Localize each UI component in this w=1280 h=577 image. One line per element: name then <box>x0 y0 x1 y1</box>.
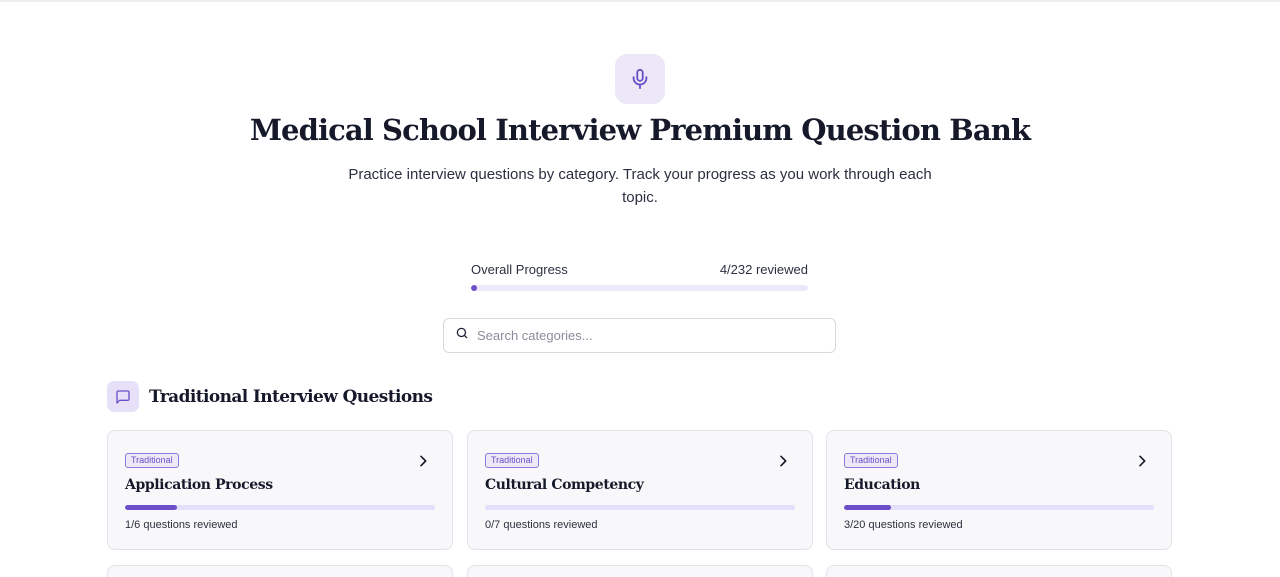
overall-progress-fill <box>471 285 477 291</box>
category-card-partial[interactable] <box>467 565 813 577</box>
category-title: Education <box>844 477 920 493</box>
search-input[interactable] <box>477 328 807 343</box>
category-status: 0/7 questions reviewed <box>485 519 598 531</box>
category-badge: Traditional <box>485 453 539 468</box>
category-badge: Traditional <box>125 453 179 468</box>
category-badge: Traditional <box>844 453 898 468</box>
chevron-right-icon[interactable] <box>775 453 791 469</box>
category-status: 1/6 questions reviewed <box>125 519 238 531</box>
chevron-right-icon[interactable] <box>1134 453 1150 469</box>
category-card[interactable]: Traditional Cultural Competency 0/7 ques… <box>467 430 813 550</box>
category-card[interactable]: Traditional Education 3/20 questions rev… <box>826 430 1172 550</box>
category-progress-bar <box>485 505 795 510</box>
search-box[interactable] <box>443 318 836 353</box>
chat-bubble-icon <box>107 381 139 412</box>
overall-progress-label: Overall Progress <box>471 262 568 277</box>
category-progress-bar <box>844 505 1154 510</box>
category-card-partial[interactable] <box>107 565 453 577</box>
category-status: 3/20 questions reviewed <box>844 519 963 531</box>
category-title: Cultural Competency <box>485 477 644 493</box>
overall-progress: Overall Progress 4/232 reviewed <box>471 262 808 291</box>
category-progress-fill <box>125 505 177 510</box>
category-card-partial[interactable] <box>826 565 1172 577</box>
category-progress-fill <box>844 505 891 510</box>
page-subtitle: Practice interview questions by category… <box>348 166 932 206</box>
search-icon <box>455 326 469 345</box>
chevron-right-icon[interactable] <box>415 453 431 469</box>
category-progress-bar <box>125 505 435 510</box>
page-title: Medical School Interview Premium Questio… <box>249 113 1031 147</box>
overall-progress-status: 4/232 reviewed <box>719 262 808 277</box>
overall-progress-bar <box>471 285 808 291</box>
category-title: Application Process <box>125 477 273 493</box>
section-title: Traditional Interview Questions <box>149 386 433 407</box>
top-divider <box>0 0 1280 2</box>
microphone-icon <box>615 54 665 104</box>
category-card[interactable]: Traditional Application Process 1/6 ques… <box>107 430 453 550</box>
section-header: Traditional Interview Questions <box>107 381 433 412</box>
